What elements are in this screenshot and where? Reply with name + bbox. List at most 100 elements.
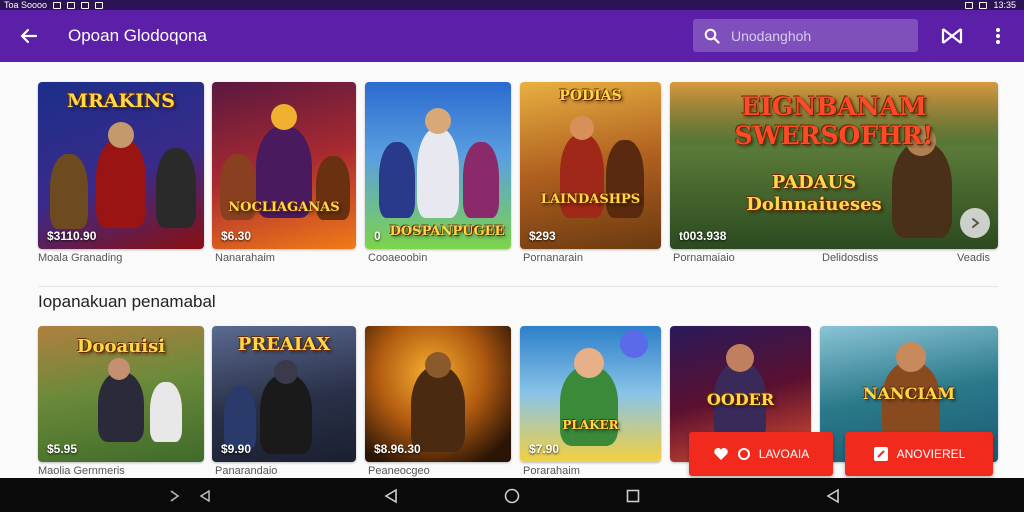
game-art-title: MRAKINS: [66, 90, 176, 112]
search-icon: [703, 27, 721, 45]
game-label: Maolia Gernmeris: [38, 465, 125, 477]
hero-head: [896, 342, 926, 372]
game-art-title: LAINDASHPS: [540, 192, 641, 207]
game-card[interactable]: $8.96.30: [365, 326, 511, 462]
system-nav-bar: [0, 478, 1024, 512]
back-triangle-icon: [384, 488, 397, 504]
game-card[interactable]: PREAIAX $9.90: [212, 326, 356, 462]
recents-square-icon: [626, 489, 640, 503]
cta-label: ANOVIEREL: [896, 447, 966, 461]
featured-banner-card[interactable]: EIGNBANAM SWERSOFHR! PADAUS Dolnnaiueses…: [670, 82, 998, 249]
next-button[interactable]: [960, 208, 990, 238]
game-label: Cooaeoobin: [368, 252, 428, 264]
status-bar: Toa Soooo 13:35: [0, 0, 1024, 10]
hero-figure: [156, 148, 196, 228]
back-triangle-icon: [199, 489, 210, 503]
status-right: 13:35: [965, 0, 1016, 10]
hero-head: [425, 108, 451, 134]
primary-cta-button[interactable]: LAVOAIA: [689, 432, 833, 476]
game-label: Nanarahaim: [215, 252, 275, 264]
search-bar[interactable]: [693, 19, 918, 52]
notification-icon: [81, 1, 90, 9]
game-art-subtitle: PADAUS Dolnnaiueses: [746, 172, 882, 215]
hero-figure: [560, 366, 618, 446]
game-label: Pornanarain: [523, 252, 583, 264]
game-art-title: EIGNBANAM SWERSOFHR!: [734, 92, 934, 150]
nav-back-button[interactable]: [196, 487, 214, 505]
hero-figure: [150, 382, 182, 442]
magic-orb: [620, 330, 648, 358]
game-art-title-top: PODIAS: [559, 88, 622, 104]
more-vert-icon: [996, 28, 1000, 44]
hero-figure: [260, 374, 312, 454]
game-price: $6.30: [221, 229, 252, 243]
game-price: $293: [529, 229, 556, 243]
game-card[interactable]: DOSPANPUGEE 0: [365, 82, 511, 249]
status-left-text: Toa Soooo: [4, 0, 48, 10]
hero-figure: [379, 142, 415, 218]
hero-head: [274, 360, 298, 384]
game-art-title: PREAIAX: [237, 334, 331, 355]
game-price: $8.96.30: [374, 442, 421, 456]
hero-head: [574, 348, 604, 378]
game-art-title: OODER: [706, 390, 775, 409]
game-card[interactable]: MRAKINS $3110.90: [38, 82, 204, 249]
nav-recents-button[interactable]: [624, 487, 642, 505]
game-price: 0: [374, 229, 381, 243]
game-price: $3110.90: [47, 229, 97, 243]
game-art-title: NANCIAM: [862, 384, 955, 403]
search-input[interactable]: [729, 26, 913, 45]
more-options-button[interactable]: [985, 23, 1011, 49]
hero-figure: [411, 366, 465, 452]
cast-button[interactable]: [939, 23, 965, 49]
notification-icon: [95, 1, 104, 9]
swap-icon: [170, 490, 180, 502]
battery-icon: [979, 1, 988, 9]
hero-figure: [417, 128, 459, 218]
nav-extra-button[interactable]: [166, 487, 184, 505]
nav-back-button[interactable]: [382, 487, 400, 505]
section-title: Iopanakuan penamabal: [38, 292, 216, 311]
wifi-icon: [965, 1, 974, 9]
hero-head: [570, 116, 594, 140]
game-price: t003.938: [679, 229, 727, 243]
cta-label: LAVOAIA: [758, 447, 810, 461]
hero-head: [726, 344, 754, 372]
hero-figure: [892, 142, 952, 238]
nav-back-button[interactable]: [824, 487, 842, 505]
circle-icon: [737, 448, 750, 460]
back-button[interactable]: [14, 22, 44, 50]
game-art-title: Dooauisi: [76, 336, 166, 357]
game-card[interactable]: PODIAS LAINDASHPS $293: [520, 82, 661, 249]
hero-figure: [50, 154, 88, 229]
hero-figure: [463, 142, 499, 218]
content-area: MRAKINS $3110.90 Moala Granading NOCLIAG…: [0, 62, 1024, 478]
game-card[interactable]: PLAKER $7.90: [520, 326, 661, 462]
game-price: $5.95: [47, 442, 78, 456]
game-label: Panarandaio: [215, 465, 278, 477]
heart-icon: [714, 448, 728, 460]
divider: [38, 286, 998, 287]
nav-home-button[interactable]: [503, 487, 521, 505]
game-art-title: PLAKER: [562, 418, 619, 432]
game-label: Porarahaim: [523, 465, 580, 477]
hero-head: [425, 352, 451, 378]
hero-head: [108, 358, 130, 380]
game-price: $9.90: [221, 442, 252, 456]
bowtie-icon: [941, 28, 963, 44]
game-card[interactable]: Dooauisi $5.95: [38, 326, 204, 462]
hero-head: [271, 104, 297, 130]
game-price: $7.90: [529, 442, 560, 456]
secondary-cta-button[interactable]: ANOVIEREL: [845, 432, 993, 476]
back-arrow-icon: [20, 28, 38, 44]
notification-icon: [53, 1, 62, 9]
game-art-title: DOSPANPUGEE: [389, 224, 505, 239]
game-label: Veadis: [957, 252, 991, 264]
back-triangle-icon: [826, 488, 839, 504]
hero-figure: [96, 138, 146, 228]
notification-icon: [67, 1, 76, 9]
app-bar: Opoan Glodoqona: [0, 10, 1024, 62]
hero-figure: [224, 386, 256, 450]
game-label: Delidosdiss: [822, 252, 879, 264]
game-card[interactable]: NOCLIAGANAS $6.30: [212, 82, 356, 249]
